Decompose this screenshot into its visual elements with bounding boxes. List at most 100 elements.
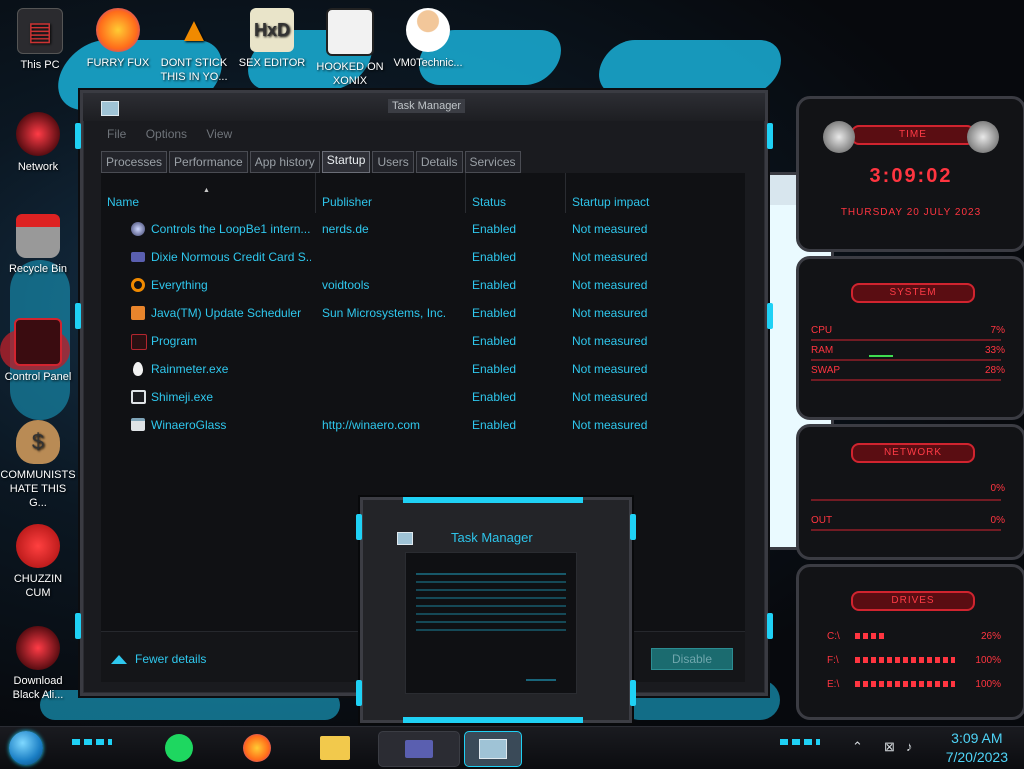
tab-users[interactable]: Users xyxy=(372,151,414,173)
desktop-icon-label: Control Panel xyxy=(4,371,72,383)
system-gadget: SYSTEM CPU 7% RAM 33% SWAP 28% xyxy=(796,256,1024,420)
row-impact: Not measured xyxy=(572,250,648,264)
column-header-name[interactable]: ▲ Name xyxy=(101,173,316,213)
table-row[interactable]: Java(TM) Update Scheduler Sun Microsyste… xyxy=(101,299,745,327)
taskbar-app-spotify[interactable] xyxy=(162,731,196,765)
title-bar[interactable]: Task Manager xyxy=(83,93,765,121)
java-icon xyxy=(131,306,145,320)
desktop-icon-chuzzin[interactable]: CHUZZIN CUM xyxy=(0,524,76,600)
pc-icon: ▤ xyxy=(17,8,63,54)
network-out-value: 0% xyxy=(990,515,1005,526)
desktop-icon-label: HOOKED ON XONIX xyxy=(316,61,384,87)
recycle-bin-icon xyxy=(16,214,60,258)
tab-startup[interactable]: Startup xyxy=(321,151,371,173)
desktop-icon-black-alien[interactable]: Download Black Ali... xyxy=(0,626,76,702)
ram-value: 33% xyxy=(984,345,1005,356)
table-row[interactable]: Everything voidtools Enabled Not measure… xyxy=(101,271,745,299)
taskbar-app-file-explorer[interactable] xyxy=(318,731,352,765)
table-row[interactable]: Program Enabled Not measured xyxy=(101,327,745,355)
window-title: Task Manager xyxy=(388,99,466,113)
preview-title: Task Manager xyxy=(451,530,533,545)
row-impact: Not measured xyxy=(572,222,648,236)
desktop-icon-xonix[interactable]: HOOKED ON XONIX xyxy=(312,8,388,88)
menu-options[interactable]: Options xyxy=(146,127,187,141)
column-label: Name xyxy=(107,195,140,209)
desktop-icon-control-panel[interactable]: Control Panel xyxy=(0,318,76,384)
network-gadget: NETWORK 0% OUT 0% xyxy=(796,424,1024,560)
desktop-icon-communists[interactable]: $ COMMUNISTS HATE THIS G... xyxy=(0,420,76,510)
volume-icon[interactable]: ♪ xyxy=(906,739,913,754)
desktop-icon-label: DONT STICK THIS IN YO... xyxy=(160,57,228,83)
desktop-icon-network[interactable]: Network xyxy=(0,112,76,174)
start-button[interactable] xyxy=(9,731,43,765)
cpu-label: CPU xyxy=(811,325,833,336)
table-row[interactable]: Controls the LoopBe1 intern... nerds.de … xyxy=(101,215,745,243)
task-manager-icon xyxy=(101,101,119,116)
tab-services[interactable]: Services xyxy=(464,151,521,173)
money-bag-icon: $ xyxy=(16,420,60,464)
sort-ascending-icon: ▲ xyxy=(203,187,210,194)
row-name: WinaeroGlass xyxy=(151,418,227,432)
taskbar-app-task-manager[interactable] xyxy=(464,731,522,767)
desktop-icon-this-pc[interactable]: ▤ This PC xyxy=(2,8,78,72)
row-name: Controls the LoopBe1 intern... xyxy=(151,222,311,236)
gadget-clock: 3:09:02 xyxy=(869,165,953,187)
taskbar-app-firefox[interactable] xyxy=(240,731,274,765)
clock-date: 7/20/2023 xyxy=(945,749,1008,765)
row-impact: Not measured xyxy=(572,306,648,320)
column-header-startup-impact[interactable]: Startup impact xyxy=(566,173,744,213)
firefox-icon xyxy=(243,734,271,762)
program-icon xyxy=(131,334,147,350)
show-hidden-icons-chevron[interactable]: ⌃ xyxy=(852,739,863,755)
row-name: Shimeji.exe xyxy=(151,390,214,404)
desktop-icon-recycle-bin[interactable]: Recycle Bin xyxy=(0,214,76,276)
fewer-details-label: Fewer details xyxy=(135,652,207,666)
taskbar-app-credit-card[interactable] xyxy=(378,731,460,767)
menu-bar: File Options View xyxy=(107,127,248,141)
taskbar-decoration xyxy=(780,739,820,745)
desktop-icon-label: This PC xyxy=(20,59,60,71)
tab-performance[interactable]: Performance xyxy=(169,151,248,173)
desktop-icon-vm0technic[interactable]: VM0Technic... xyxy=(390,8,466,70)
drives-gadget-header: DRIVES xyxy=(851,591,975,611)
taskbar-thumbnail-preview[interactable]: Task Manager xyxy=(356,497,636,723)
drive-c-bar xyxy=(855,633,885,639)
network-out-label: OUT xyxy=(811,515,833,526)
desktop-icon-furry-fux[interactable]: FURRY FUX xyxy=(80,8,156,70)
row-status: Enabled xyxy=(472,390,517,404)
row-name: Everything xyxy=(151,278,208,292)
row-status: Enabled xyxy=(472,250,517,264)
table-row[interactable]: Dixie Normous Credit Card S... Enabled N… xyxy=(101,243,745,271)
column-label: Publisher xyxy=(322,195,373,209)
vlc-icon: ▲ xyxy=(177,10,211,49)
table-row[interactable]: WinaeroGlass http://winaero.com Enabled … xyxy=(101,411,745,439)
menu-view[interactable]: View xyxy=(206,127,232,141)
drive-c-value: 26% xyxy=(980,631,1001,642)
tab-details[interactable]: Details xyxy=(415,151,463,173)
table-row[interactable]: Shimeji.exe Enabled Not measured xyxy=(101,383,745,411)
drive-e-bar xyxy=(855,681,955,687)
network-in-value: 0% xyxy=(990,483,1005,494)
tab-processes[interactable]: Processes xyxy=(101,151,168,173)
disable-button[interactable]: Disable xyxy=(651,648,733,670)
time-gadget: TIME 3:09:02 THURSDAY 20 JULY 2023 xyxy=(796,96,1024,252)
row-status: Enabled xyxy=(472,362,517,376)
desktop-icon-label: SEX EDITOR xyxy=(238,57,306,69)
column-header-publisher[interactable]: Publisher xyxy=(316,173,466,213)
taskbar-clock[interactable]: 3:09 AM 7/20/2023 xyxy=(946,729,1008,767)
desktop-icon-vlc[interactable]: ▲ DONT STICK THIS IN YO... xyxy=(156,8,232,84)
tab-app-history[interactable]: App history xyxy=(249,151,320,173)
network-status-icon[interactable]: ⊠ xyxy=(884,739,895,755)
row-impact: Not measured xyxy=(572,362,648,376)
fewer-details-button[interactable]: Fewer details xyxy=(111,652,206,666)
menu-file[interactable]: File xyxy=(107,127,126,141)
desktop-icon-sex-editor[interactable]: HxD SEX EDITOR xyxy=(234,8,310,70)
taskbar-decoration xyxy=(72,739,112,745)
table-row[interactable]: Rainmeter.exe Enabled Not measured xyxy=(101,355,745,383)
taskbar: ⌃ ⊠ ♪ 3:09 AM 7/20/2023 xyxy=(0,726,1024,769)
column-header-status[interactable]: Status xyxy=(466,173,566,213)
row-publisher: voidtools xyxy=(322,278,370,292)
cpu-value: 7% xyxy=(990,325,1005,336)
drive-e-value: 100% xyxy=(975,679,1001,690)
tab-strip: Processes Performance App history Startu… xyxy=(101,151,523,173)
